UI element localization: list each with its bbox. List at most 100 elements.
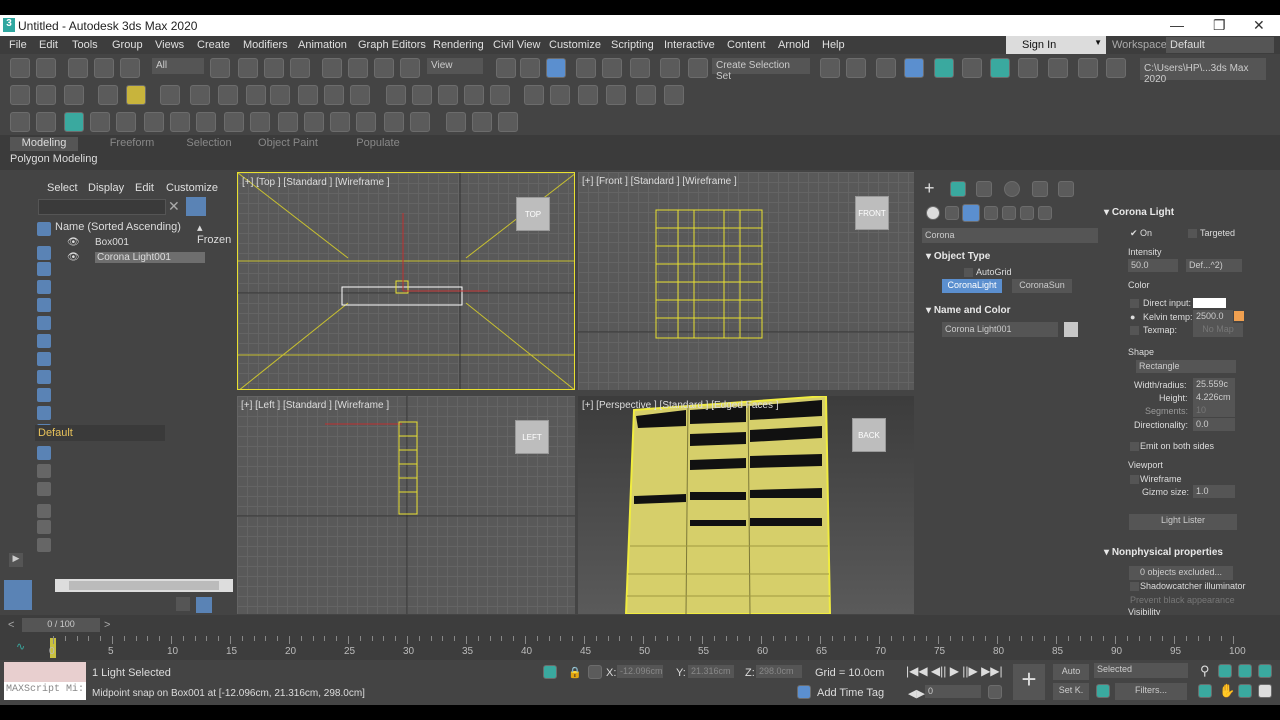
teapot-2-icon[interactable]	[270, 85, 290, 105]
segments-input[interactable]: 10	[1193, 404, 1235, 417]
proxy-icon[interactable]	[578, 85, 598, 105]
close-button[interactable]: ✕	[1253, 17, 1265, 34]
explorer-filter-icon[interactable]	[37, 334, 51, 348]
time-slider-thumb[interactable]: 0 / 100	[22, 618, 100, 632]
object-name-input[interactable]: Corona Light001	[942, 322, 1058, 337]
maxscript-listener-output[interactable]	[4, 662, 86, 682]
track-bar[interactable]: ∿ 0 5 10 15 20 25 30 35 40 45 50 55 60 65 70 75 80 85 90 95…	[0, 635, 1280, 660]
wireframe-checkbox[interactable]	[1130, 475, 1139, 484]
explorer-filter-icon[interactable]	[37, 504, 51, 518]
autogrid-checkbox[interactable]	[964, 268, 973, 277]
select-and-place-icon[interactable]	[400, 58, 420, 78]
curve-editor-icon[interactable]: ∿	[16, 640, 25, 653]
corona-converter-icon[interactable]	[606, 85, 626, 105]
render-iterative-icon[interactable]	[1106, 58, 1126, 78]
x-coordinate-input[interactable]: -12.096cm	[617, 665, 663, 678]
selection-filter-dropdown[interactable]: All	[152, 58, 204, 74]
shadowcatcher-checkbox[interactable]	[1130, 582, 1139, 591]
horizontal-scrollbar[interactable]	[55, 579, 233, 592]
explorer-filter-icon[interactable]	[37, 352, 51, 366]
help-icon[interactable]	[664, 85, 684, 105]
schematic-view-icon[interactable]	[962, 58, 982, 78]
filter-icon[interactable]	[186, 197, 206, 216]
ribbon-tab-selection[interactable]: Selection	[174, 137, 244, 151]
viewcube-left[interactable]: LEFT	[515, 420, 549, 454]
key-filter-dropdown[interactable]: Selected	[1094, 663, 1188, 678]
create-selection-set-dropdown[interactable]: Create Selection Set	[712, 58, 810, 82]
teapot-icon[interactable]	[10, 85, 30, 105]
menu-group[interactable]: Group	[112, 39, 143, 51]
explorer-menu-edit[interactable]: Edit	[135, 182, 154, 194]
sun-icon[interactable]	[324, 85, 344, 105]
explorer-filter-icon[interactable]	[37, 280, 51, 294]
cameras-icon[interactable]	[984, 206, 998, 220]
polygon-modeling-panel[interactable]: Polygon Modeling	[10, 153, 97, 165]
explorer-menu-customize[interactable]: Customize	[166, 182, 218, 194]
toggle-layer-explorer-icon[interactable]	[876, 58, 896, 78]
eye-icon[interactable]: 👁	[67, 237, 80, 248]
sphere-icon[interactable]	[36, 85, 56, 105]
cone-icon[interactable]	[298, 85, 318, 105]
field-of-view-icon[interactable]	[1198, 684, 1212, 698]
kelvin-input[interactable]: 2500.0	[1193, 310, 1233, 323]
set-key-button[interactable]: Set K.	[1053, 683, 1089, 700]
rendered-frame-window-icon[interactable]	[1048, 58, 1068, 78]
lock-icon[interactable]: 🔒	[568, 666, 582, 679]
align-icon[interactable]	[820, 58, 840, 78]
edit-named-selection-icon[interactable]	[660, 58, 680, 78]
zoom-extents-icon[interactable]	[1238, 664, 1252, 678]
corona-light-1-icon[interactable]	[98, 85, 118, 105]
menu-file[interactable]: File	[9, 39, 27, 51]
rectangular-selection-icon[interactable]	[264, 58, 284, 78]
explorer-filter-icon[interactable]	[37, 370, 51, 384]
scatter-icon[interactable]	[386, 85, 406, 105]
coronasun-button[interactable]: CoronaSun	[1012, 279, 1072, 293]
light-bulb-icon[interactable]	[64, 112, 84, 132]
absolute-mode-icon[interactable]	[588, 665, 602, 679]
redo-icon[interactable]	[36, 58, 56, 78]
exclude-button[interactable]: 0 objects excluded...	[1129, 566, 1233, 580]
reference-coordinate-dropdown[interactable]: View	[427, 58, 483, 74]
sun-3-icon[interactable]	[90, 112, 110, 132]
menu-customize[interactable]: Customize	[549, 39, 601, 51]
bulb-2-icon[interactable]	[304, 112, 324, 132]
lights-icon[interactable]	[962, 204, 980, 222]
viewport-label-top[interactable]: [+] [Top ] [Standard ] [Wireframe ]	[242, 177, 390, 188]
viewport-label-left[interactable]: [+] [Left ] [Standard ] [Wireframe ]	[241, 400, 389, 411]
category-dropdown[interactable]: Corona	[922, 228, 1098, 243]
menu-civil-view[interactable]: Civil View	[493, 39, 540, 51]
plane-icon[interactable]	[190, 85, 210, 105]
window-crossing-icon[interactable]	[290, 58, 310, 78]
material-2-icon[interactable]	[278, 112, 298, 132]
link-icon[interactable]	[68, 58, 88, 78]
palette-icon[interactable]	[550, 85, 570, 105]
render-production-icon[interactable]	[1078, 58, 1098, 78]
default-tangents-icon[interactable]	[1096, 684, 1110, 698]
width-input[interactable]: 25.559c	[1193, 378, 1235, 391]
gizmo-size-input[interactable]: 1.0	[1193, 485, 1235, 498]
systems-icon[interactable]	[1038, 206, 1052, 220]
maximize-viewport-icon[interactable]	[1258, 684, 1272, 698]
layer-dropdown[interactable]: Default	[35, 425, 165, 441]
menu-interactive[interactable]: Interactive	[664, 39, 715, 51]
viewport-top[interactable]: TOP [+] [Top ] [Standard ] [Wireframe ]	[237, 172, 575, 390]
frame-3-icon[interactable]	[384, 112, 404, 132]
ribbon-tab-populate[interactable]: Populate	[343, 137, 413, 151]
help-2-icon[interactable]	[498, 112, 518, 132]
select-and-move-icon[interactable]	[322, 58, 342, 78]
box-icon[interactable]	[64, 85, 84, 105]
render-setup-icon[interactable]	[1018, 58, 1038, 78]
time-configuration-icon[interactable]	[988, 685, 1002, 699]
layers-icon[interactable]	[176, 597, 190, 611]
menu-rendering[interactable]: Rendering	[433, 39, 484, 51]
workspaces-dropdown[interactable]: Default	[1166, 37, 1274, 53]
object-type-rollout[interactable]: ▾ Object Type	[926, 251, 990, 262]
snaps-toggle-icon[interactable]	[546, 58, 566, 78]
list-icon[interactable]	[472, 112, 492, 132]
create-tab-icon[interactable]: +	[924, 178, 935, 199]
menu-scripting[interactable]: Scripting	[611, 39, 654, 51]
prev-frame-button[interactable]: <	[8, 619, 14, 631]
helpers-icon[interactable]	[1002, 206, 1016, 220]
viewport-perspective[interactable]: BACK [+] [Perspective ] [Standard ] [Edg…	[578, 396, 914, 614]
menu-help[interactable]: Help	[822, 39, 845, 51]
